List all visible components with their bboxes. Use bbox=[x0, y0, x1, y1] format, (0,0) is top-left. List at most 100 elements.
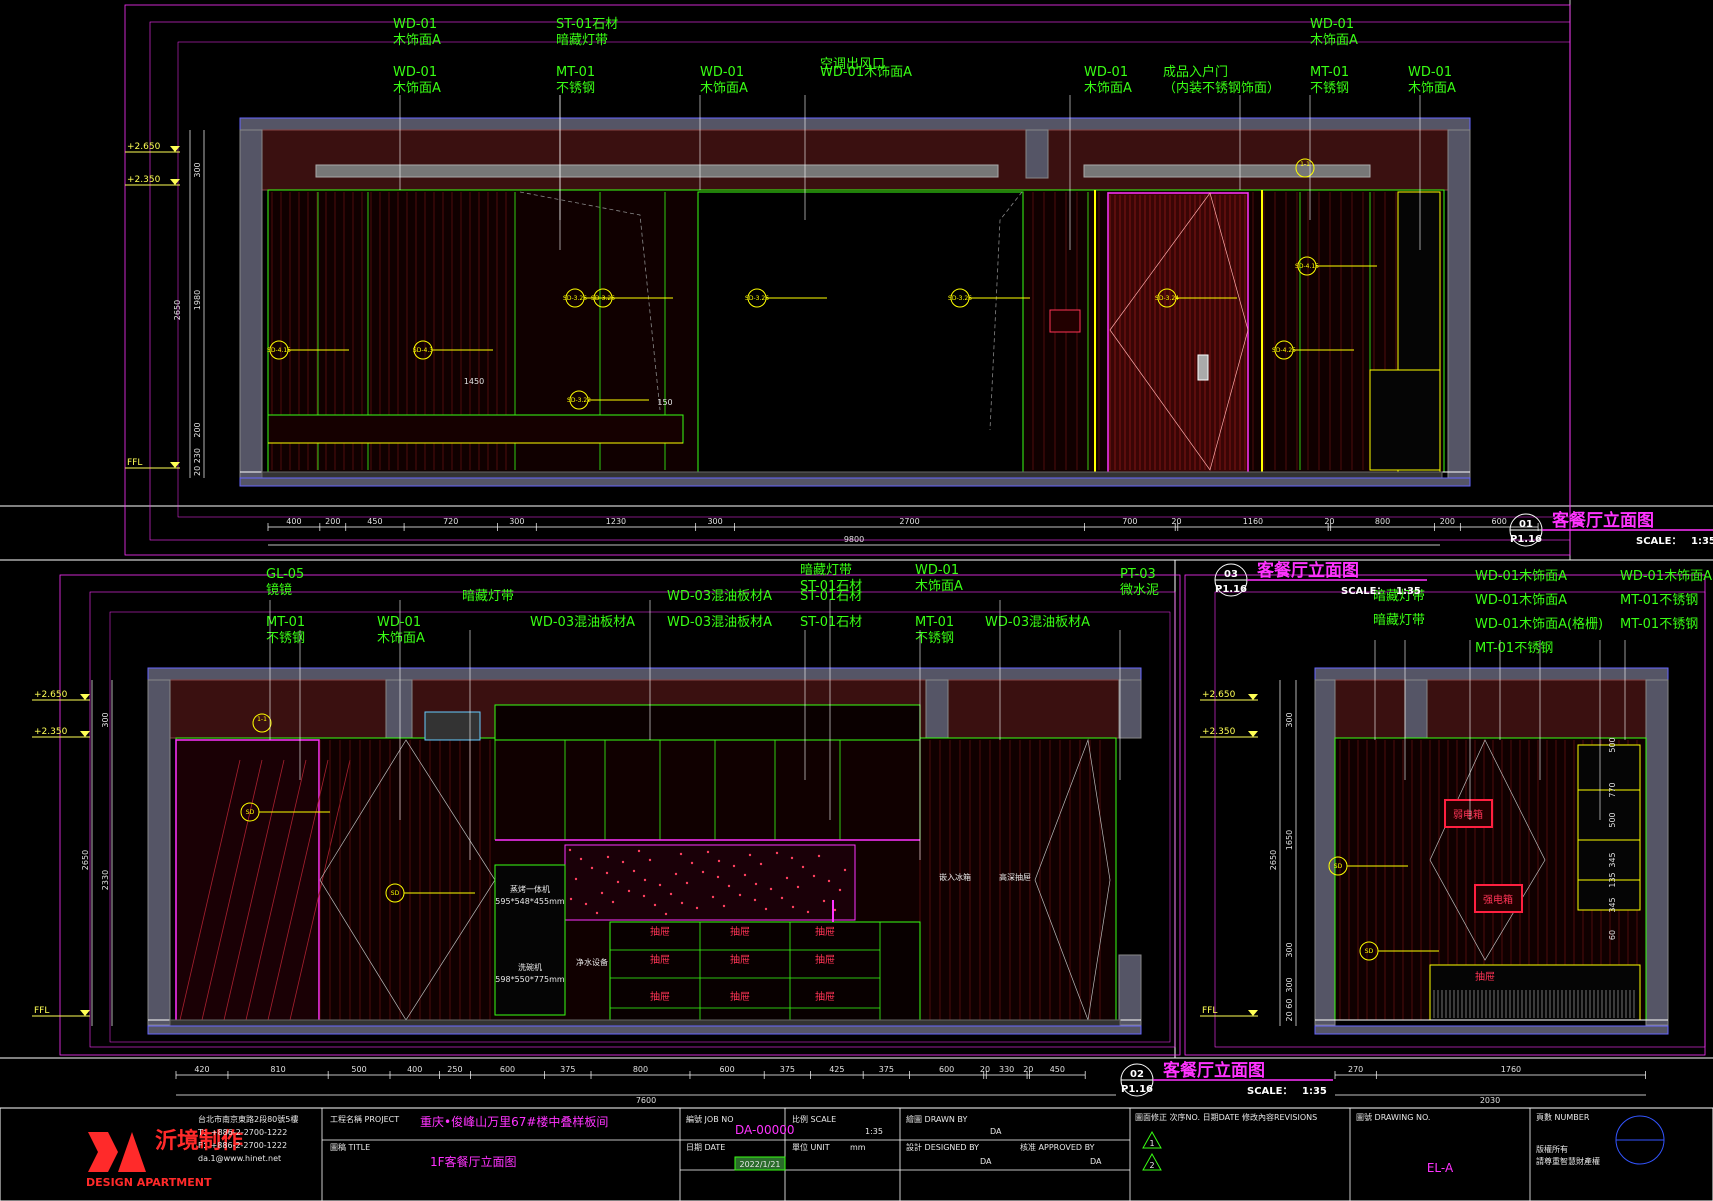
material-name: 镜镜 bbox=[266, 583, 292, 598]
ceiling-beam bbox=[1404, 679, 1428, 739]
floor-finish bbox=[169, 1019, 1121, 1027]
material-name: 木饰面A bbox=[393, 33, 441, 48]
stone-fleck bbox=[579, 857, 583, 861]
drawing-no-value: EL-A bbox=[1427, 1161, 1454, 1175]
base-cabinet bbox=[1369, 369, 1441, 471]
stone-fleck bbox=[595, 911, 599, 915]
tag-text: SD-4.25 bbox=[1272, 347, 1296, 354]
dim-text: 300 bbox=[707, 517, 722, 526]
left-wall bbox=[147, 679, 171, 1026]
material-name: （内装不锈钢饰面） bbox=[1163, 80, 1280, 96]
dim-text: 450 bbox=[1050, 1065, 1065, 1074]
job-label: 編號 JOB NO bbox=[686, 1114, 734, 1124]
material-name: 不锈钢 bbox=[1310, 81, 1349, 96]
level-text: FFL bbox=[127, 458, 142, 468]
stone-fleck bbox=[732, 864, 736, 868]
material-label: WD-01木饰面A bbox=[377, 615, 425, 646]
stone-fleck bbox=[817, 854, 821, 858]
stone-fleck bbox=[611, 900, 615, 904]
dim-text: 375 bbox=[879, 1065, 894, 1074]
page-label: 頁數 NUMBER bbox=[1536, 1112, 1590, 1122]
stone-fleck bbox=[780, 896, 784, 900]
approved-label: 核准 APPROVED BY bbox=[1020, 1142, 1095, 1152]
floor-finish bbox=[261, 471, 1443, 479]
stone-fleck bbox=[806, 910, 810, 914]
material-code: MT-01不锈钢 bbox=[1475, 641, 1553, 656]
ceiling-slab bbox=[1314, 667, 1669, 681]
stone-fleck bbox=[574, 877, 578, 881]
job-value: DA-00000 bbox=[735, 1123, 794, 1137]
vdim-text: 2330 bbox=[101, 870, 110, 890]
dim-text: 600 bbox=[500, 1065, 515, 1074]
tag-text: SD-3.26 bbox=[948, 295, 972, 302]
scale-label: 比例 SCALE bbox=[792, 1114, 836, 1124]
vdim-text: 2650 bbox=[1269, 850, 1278, 870]
dim-text: 1230 bbox=[606, 517, 626, 526]
drawer-label: 抽屉 bbox=[815, 925, 835, 938]
tag-text: SD-3.26 bbox=[563, 295, 587, 302]
material-label: WD-01木饰面A bbox=[700, 65, 748, 96]
item-label: 强电箱 bbox=[1483, 893, 1513, 906]
stone-fleck bbox=[568, 848, 572, 852]
total-dim-text: 2030 bbox=[1480, 1096, 1500, 1105]
unit-label: 單位 UNIT bbox=[792, 1142, 830, 1152]
stone-fleck bbox=[727, 884, 731, 888]
level-text: +2.350 bbox=[34, 727, 68, 737]
tag-text: SD-4.15 bbox=[267, 347, 291, 354]
material-code: WD-03混油板材A bbox=[667, 615, 772, 630]
stone-fleck bbox=[669, 892, 673, 896]
stone-fleck bbox=[664, 912, 668, 916]
material-label: MT-01不锈钢 bbox=[556, 65, 595, 96]
stone-fleck bbox=[658, 883, 662, 887]
dim-text: 1160 bbox=[1243, 517, 1263, 526]
ceiling-slab bbox=[239, 117, 1471, 131]
material-code: WD-01 bbox=[915, 563, 959, 578]
material-name: 不锈钢 bbox=[266, 631, 305, 646]
stone-fleck bbox=[827, 879, 831, 883]
level-text: +2.350 bbox=[1202, 727, 1236, 737]
vdim-text: 135 bbox=[1608, 872, 1617, 887]
tag-text: SD-3.26 bbox=[745, 295, 769, 302]
vdim-text: 500 bbox=[1608, 737, 1617, 752]
appliance-label: 高深抽屉 bbox=[999, 872, 1031, 882]
vdim-text: 20 60 bbox=[1285, 999, 1294, 1022]
ceiling-slab bbox=[147, 667, 1142, 681]
material-code: WD-01 bbox=[377, 615, 421, 630]
title-block: 沂境制作DESIGN APARTMENT台北市南京東路2段80號5樓T：+886… bbox=[0, 1107, 1713, 1201]
material-code: WD-01 bbox=[393, 65, 437, 80]
material-label: MT-01不锈钢 bbox=[1310, 65, 1349, 96]
stone-fleck bbox=[748, 853, 752, 857]
dim-text: 720 bbox=[443, 517, 458, 526]
material-name: 木饰面A bbox=[377, 631, 425, 646]
designed-value: DA bbox=[980, 1157, 992, 1166]
material-code: WD-01 bbox=[1084, 65, 1128, 80]
scale-value: 1:35 bbox=[1396, 586, 1421, 597]
drawer-label: 抽屉 bbox=[650, 953, 670, 966]
vdim-text: 2650 bbox=[173, 300, 182, 320]
dim-text: 375 bbox=[780, 1065, 795, 1074]
material-code: MT-01 bbox=[556, 65, 595, 80]
stone-fleck bbox=[605, 871, 609, 875]
dim-text: 20 bbox=[1324, 517, 1334, 526]
ceiling-void bbox=[239, 129, 1471, 191]
level-text: +2.650 bbox=[34, 690, 68, 700]
material-code: MT-01不锈钢 bbox=[1620, 617, 1698, 632]
ceiling-void bbox=[1314, 679, 1669, 739]
appliance-label: 净水设备 bbox=[576, 957, 608, 967]
vdim-text: 60 bbox=[1608, 930, 1617, 940]
material-label: MT-01不锈钢 bbox=[915, 615, 954, 646]
material-code: PT-03 bbox=[1120, 567, 1156, 582]
door-handle bbox=[1197, 354, 1209, 381]
material-code: WD-01 bbox=[1310, 17, 1354, 32]
material-code: ST-01石材 bbox=[800, 615, 862, 630]
material-code: MT-01 bbox=[915, 615, 954, 630]
material-code: MT-01不锈钢 bbox=[1620, 593, 1698, 608]
vdim-text: 200 bbox=[193, 422, 202, 437]
tag-text: SD-3.22 bbox=[567, 397, 591, 404]
material-name: 木饰面A bbox=[1408, 81, 1456, 96]
tag-text: SD bbox=[1365, 948, 1374, 955]
upper-cabinet-top bbox=[494, 704, 921, 741]
vdim-text: 20 230 bbox=[193, 448, 202, 476]
stone-fleck bbox=[801, 865, 805, 869]
copyright-1: 版權所有 bbox=[1536, 1144, 1568, 1154]
